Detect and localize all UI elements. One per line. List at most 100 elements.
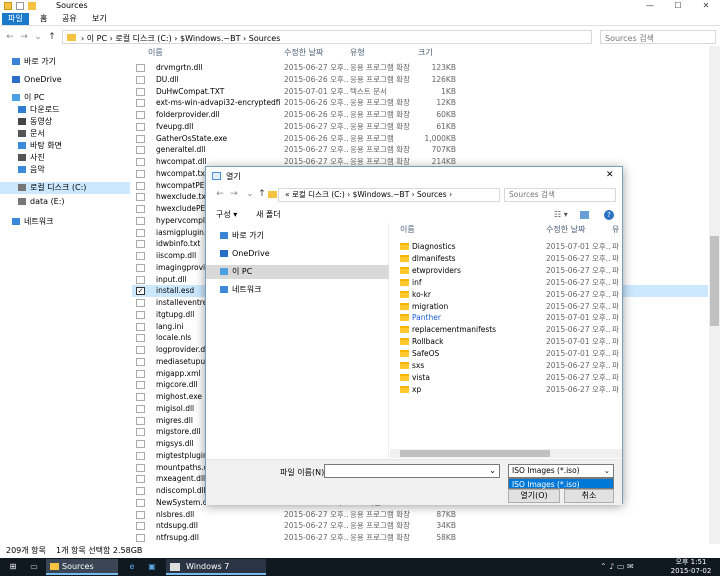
clock[interactable]: 오후 1:51 2015-07-02 <box>664 558 718 576</box>
edge-icon[interactable]: e <box>124 559 140 575</box>
sidebar-item[interactable]: 네트워크 <box>0 216 130 228</box>
maximize-button[interactable]: ☐ <box>664 0 692 12</box>
dialog-column-type[interactable]: 유 <box>612 223 619 237</box>
folder-row[interactable]: replacementmanifests 2015-06-27 오후... 파 <box>390 324 622 336</box>
taskbar-item-usb-tool[interactable]: Windows 7 USB/DV... <box>166 559 266 575</box>
folder-row[interactable]: migration 2015-06-27 오후... 파 <box>390 301 622 313</box>
folder-row[interactable]: xp 2015-06-27 오후... 파 <box>390 384 622 396</box>
taskbar-item-sources[interactable]: Sources <box>46 559 118 575</box>
folder-row[interactable]: dlmanifests 2015-06-27 오후... 파 <box>390 253 622 265</box>
sidebar-item[interactable]: 사진 <box>0 152 130 164</box>
sidebar-item[interactable]: 바탕 화면 <box>0 140 130 152</box>
file-row[interactable]: ntfrsupg.dll 2015-06-27 오후... 응용 프로그램 확장 58… <box>132 532 708 544</box>
close-button[interactable]: ✕ <box>692 0 720 12</box>
filetype-option[interactable]: ISO Images (*.iso) <box>508 478 614 489</box>
dialog-recent-chevron-icon[interactable]: ⌄ <box>244 188 256 200</box>
dialog-breadcrumb[interactable]: « 로컬 디스크 (C:) › $Windows.~BT › Sources › <box>278 188 500 202</box>
tab-file[interactable]: 파일 <box>2 13 29 25</box>
sidebar-item[interactable]: 다운로드 <box>0 104 130 116</box>
address-bar[interactable]: › 이 PC › 로컬 디스크 (C:) › $Windows.~BT › So… <box>62 30 592 44</box>
file-row[interactable]: folderprovider.dll 2015-06-26 오후... 응용 프로그… <box>132 109 708 121</box>
dialog-close-icon[interactable]: ✕ <box>606 170 614 180</box>
tab-view[interactable]: 보기 <box>86 13 113 25</box>
new-folder-icon[interactable] <box>28 2 36 10</box>
folder-row[interactable]: ko-kr 2015-06-27 오후... 파 <box>390 289 622 301</box>
sidebar-item[interactable]: 동영상 <box>0 116 130 128</box>
folder-row[interactable]: Rollback 2015-07-01 오후... 파 <box>390 336 622 348</box>
dialog-nav-item[interactable]: 네트워크 <box>206 283 389 297</box>
sidebar-item[interactable]: 바로 가기 <box>0 56 130 68</box>
vertical-scrollbar[interactable] <box>709 46 720 544</box>
task-view-icon[interactable]: ▭ <box>26 559 42 575</box>
organize-button[interactable]: 구성 ▾ <box>216 207 237 223</box>
breadcrumb[interactable]: › 이 PC › 로컬 디스크 (C:) › $Windows.~BT › So… <box>81 33 280 44</box>
folder-row[interactable]: inf 2015-06-27 오후... 파 <box>390 277 622 289</box>
search-input[interactable]: Sources 검색 <box>600 30 716 44</box>
dialog-nav-item[interactable]: 바로 가기 <box>206 229 389 243</box>
tray-icons[interactable]: ⌃ ♪ ▭ ✉ <box>600 560 650 574</box>
file-row[interactable]: GatherOsState.exe 2015-06-26 오후... 응용 프로그램… <box>132 133 708 145</box>
file-row[interactable]: DU.dll 2015-06-26 오후... 응용 프로그램 확장 126KB <box>132 74 708 86</box>
sidebar-item[interactable]: 로컬 디스크 (C:) <box>0 182 130 194</box>
file-date: 2015-06-26 오후... <box>284 133 348 143</box>
tab-share[interactable]: 공유 <box>56 13 83 25</box>
dialog-horizontal-scrollbar[interactable] <box>390 449 622 458</box>
sidebar-item[interactable]: OneDrive <box>0 74 130 86</box>
view-options-icon[interactable]: ☷ ▾ <box>554 207 568 223</box>
forward-arrow-icon[interactable]: → <box>18 31 30 43</box>
folder-row[interactable]: Diagnostics 2015-07-01 오후... 파 <box>390 241 622 253</box>
back-arrow-icon[interactable]: ← <box>4 31 16 43</box>
chevron-down-icon[interactable]: ⌄ <box>604 465 610 477</box>
dialog-back-arrow-icon[interactable]: ← <box>214 188 226 200</box>
file-row[interactable]: drvmgrtn.dll 2015-06-27 오후... 응용 프로그램 확장 12… <box>132 62 708 74</box>
start-icon[interactable]: ⊞ <box>4 559 22 575</box>
file-row[interactable]: fveupg.dll 2015-06-27 오후... 응용 프로그램 확장 61KB <box>132 121 708 133</box>
up-arrow-icon[interactable]: ↑ <box>46 31 58 43</box>
folder-row[interactable]: Panther 2015-07-01 오후... 파 <box>390 312 622 324</box>
dialog-forward-arrow-icon[interactable]: → <box>228 188 240 200</box>
cancel-button[interactable]: 취소 <box>564 489 614 503</box>
download-icon <box>18 106 26 113</box>
scroll-thumb[interactable] <box>400 450 550 457</box>
sidebar-item[interactable]: 음악 <box>0 164 130 176</box>
checkbox-checked-icon[interactable]: ✓ <box>136 287 145 296</box>
recent-chevron-icon[interactable]: ⌄ <box>32 31 44 43</box>
dialog-column-name[interactable]: 이름 <box>400 223 415 237</box>
dialog-nav-item[interactable]: OneDrive <box>206 247 389 261</box>
preview-pane-icon[interactable] <box>580 211 589 219</box>
folder-date: 2015-07-01 오후... <box>546 242 610 251</box>
open-button[interactable]: 열기(O) <box>508 489 560 503</box>
filename-input[interactable]: ⌄ <box>324 464 500 478</box>
properties-icon[interactable] <box>16 2 24 10</box>
sidebar-item[interactable]: 이 PC <box>0 92 130 104</box>
tab-home[interactable]: 홈 <box>34 13 53 25</box>
sidebar-item[interactable]: 문서 <box>0 128 130 140</box>
folder-row[interactable]: SafeOS 2015-07-01 오후... 파 <box>390 348 622 360</box>
file-icon <box>136 334 145 343</box>
column-type[interactable]: 유형 <box>350 46 365 60</box>
file-row[interactable]: DuHwCompat.TXT 2015-07-01 오후... 텍스트 문서 1KB <box>132 86 708 98</box>
folder-row[interactable]: sxs 2015-06-27 오후... 파 <box>390 360 622 372</box>
help-icon[interactable]: ? <box>604 210 614 220</box>
dialog-up-arrow-icon[interactable]: ↑ <box>256 188 268 200</box>
explorer-icon[interactable]: ▣ <box>144 559 160 575</box>
sidebar-item-label: 바로 가기 <box>24 57 56 66</box>
folder-row[interactable]: vista 2015-06-27 오후... 파 <box>390 372 622 384</box>
file-row[interactable]: generaltel.dll 2015-06-27 오후... 응용 프로그램 확장… <box>132 144 708 156</box>
file-row[interactable]: nlsbres.dll 2015-06-27 오후... 응용 프로그램 확장 87K… <box>132 509 708 521</box>
dialog-nav-item[interactable]: 이 PC <box>206 265 389 279</box>
file-row[interactable]: ext-ms-win-advapi32-encryptedfile-l... 20… <box>132 97 708 109</box>
scroll-thumb[interactable] <box>710 236 719 326</box>
column-name[interactable]: 이름 <box>148 46 163 60</box>
file-row[interactable]: ntdsupg.dll 2015-06-27 오후... 응용 프로그램 확장 34K… <box>132 520 708 532</box>
new-folder-button[interactable]: 새 폴더 <box>256 207 281 223</box>
minimize-button[interactable]: — <box>636 0 664 12</box>
folder-row[interactable]: etwproviders 2015-06-27 오후... 파 <box>390 265 622 277</box>
column-size[interactable]: 크기 <box>418 46 433 60</box>
filetype-select[interactable]: ISO Images (*.iso) ⌄ <box>508 464 614 478</box>
sidebar-item[interactable]: data (E:) <box>0 196 130 208</box>
dialog-column-date[interactable]: 수정한 날짜 <box>546 223 585 237</box>
dialog-search-input[interactable]: Sources 검색 <box>504 188 616 202</box>
chevron-down-icon[interactable]: ⌄ <box>489 466 496 475</box>
column-date[interactable]: 수정한 날짜 <box>284 46 323 60</box>
